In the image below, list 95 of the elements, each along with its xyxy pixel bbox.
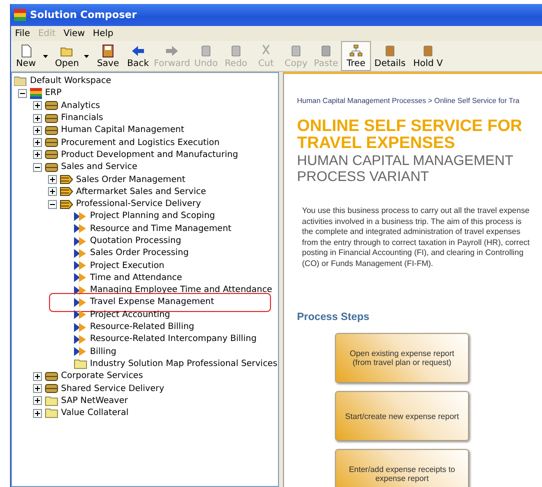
double-chevron-icon [74, 224, 87, 234]
page-subtitle: HUMAN CAPITAL MANAGEMENT PROCESS VARIANT [297, 152, 514, 184]
left-arrow-icon [131, 44, 145, 58]
folder-icon [74, 358, 87, 369]
expand-icon[interactable] [33, 126, 42, 135]
menu-item[interactable]: View [64, 28, 85, 38]
stack-icon [45, 372, 58, 381]
expand-icon[interactable] [33, 408, 42, 418]
toolbar-button[interactable]: Hold V [409, 41, 447, 71]
tree-item[interactable]: Default Workspace [30, 76, 112, 86]
toolbar-button[interactable]: Back [123, 41, 153, 71]
tree-item[interactable]: Managing Employee Time and Attendance [90, 285, 272, 296]
double-chevron-icon [74, 236, 87, 246]
tree-item[interactable]: Aftermarket Sales and Service [76, 186, 206, 197]
tree-item[interactable]: Sales Order Management [76, 174, 186, 185]
double-chevron-icon [74, 310, 87, 320]
toolbar-button[interactable]: Open [52, 41, 82, 71]
menu-item[interactable]: File [15, 28, 30, 38]
tree-item[interactable]: Financials [61, 113, 104, 124]
tree-item[interactable]: Time and Attendance [90, 272, 182, 283]
caret-icon[interactable] [84, 54, 89, 58]
stack-icon [45, 138, 58, 148]
tree-item[interactable]: Billing [90, 346, 116, 357]
tree-item[interactable]: Industry Solution Map Professional Services [90, 358, 278, 369]
tree-item[interactable]: Procurement and Logistics Execution [61, 138, 220, 148]
expand-icon[interactable] [48, 187, 57, 196]
expand-icon[interactable] [33, 384, 42, 394]
hierarchy-icon [349, 44, 363, 58]
app-icon [14, 9, 26, 21]
process-step[interactable]: Enter/add expense receipts to expense report [335, 449, 469, 487]
double-chevron-icon [74, 212, 87, 221]
expand-icon[interactable] [33, 396, 42, 406]
tabs-icon [60, 200, 73, 209]
caret-icon[interactable] [43, 54, 48, 58]
double-chevron-icon [74, 322, 87, 332]
double-chevron-icon [74, 273, 87, 282]
tree-item[interactable]: Resource-Related Intercompany Billing [90, 334, 257, 344]
tree-item[interactable]: Resource-Related Billing [90, 322, 194, 332]
tree-item[interactable]: Human Capital Management [61, 125, 184, 136]
double-chevron-icon [74, 347, 87, 356]
menu-item[interactable]: Help [92, 28, 114, 38]
folder-icon [45, 408, 58, 418]
tree-item[interactable]: Value Collateral [61, 408, 128, 418]
tabs-icon [60, 187, 73, 196]
folder-icon [14, 76, 27, 86]
stack-icon [45, 150, 58, 160]
toolbar-button[interactable]: Tree [341, 41, 371, 71]
stack-icon [45, 162, 58, 172]
expand-icon[interactable] [48, 175, 57, 184]
stack-icon [45, 384, 58, 394]
window-title: Solution Composer [30, 10, 137, 20]
stacked-bars-icon [30, 88, 42, 99]
folder-icon [45, 396, 58, 406]
tree-item[interactable]: Corporate Services [61, 371, 143, 382]
document-icon [19, 44, 33, 58]
double-chevron-icon [74, 248, 87, 258]
double-chevron-icon [74, 298, 87, 307]
stack-icon [45, 114, 58, 123]
tree-item[interactable]: Project Accounting [90, 310, 170, 320]
tree-item[interactable]: Professional-Service Delivery [76, 199, 201, 210]
tree-item[interactable]: Project Planning and Scoping [90, 211, 215, 222]
tree-item[interactable]: Travel Expense Management [90, 297, 214, 308]
expand-icon[interactable] [33, 372, 42, 381]
tree-item[interactable]: ERP [45, 88, 62, 98]
toolbar-button[interactable]: Details [371, 41, 409, 71]
tree-item[interactable]: SAP NetWeaver [61, 396, 128, 406]
toolbar-button[interactable]: New [11, 41, 41, 71]
collapse-icon[interactable] [33, 162, 42, 172]
expand-icon[interactable] [33, 114, 42, 123]
process-step[interactable]: Open existing expense report (from travel plan or request) [335, 333, 469, 383]
toolbar-button[interactable]: Save [93, 41, 123, 71]
tree-item[interactable]: Resource and Time Management [90, 224, 232, 234]
expand-icon[interactable] [33, 101, 42, 110]
double-chevron-icon [74, 286, 87, 295]
process-step[interactable]: Start/create new expense report [335, 391, 469, 441]
collapse-icon[interactable] [18, 88, 27, 98]
tree-item[interactable]: Analytics [61, 100, 100, 111]
expand-icon[interactable] [33, 150, 42, 160]
stack-icon [45, 101, 58, 110]
tree-item[interactable]: Quotation Processing [90, 236, 182, 246]
description-text: You use this business process to carry out all the travel expense activities involved in a business trip. The aim of this process is the complete and integrated administration of travel expenses from the entry through to correct taxation in Payroll (HR), correct posting in Financial Accounting (FI), and clearing in Controlling (CO) or Funds Management (FI-FM). [302, 206, 531, 269]
collapse-icon[interactable] [48, 200, 57, 209]
tabs-icon [60, 175, 73, 184]
stack-icon [45, 126, 58, 135]
tree-item[interactable]: Product Development and Manufacturing [61, 150, 238, 160]
tree-item[interactable]: Sales and Service [61, 162, 138, 172]
page-title: ONLINE SELF SERVICE FOR TRAVEL EXPENSES [297, 118, 524, 152]
section-heading: Process Steps [297, 311, 370, 323]
double-chevron-icon [74, 261, 87, 270]
tree-item[interactable]: Shared Service Delivery [61, 384, 164, 394]
right-arrow-icon [165, 44, 179, 58]
double-chevron-icon [74, 334, 87, 344]
expand-icon[interactable] [33, 138, 42, 148]
tree-item[interactable]: Project Execution [90, 260, 164, 271]
tree-item[interactable]: Sales Order Processing [90, 248, 189, 258]
